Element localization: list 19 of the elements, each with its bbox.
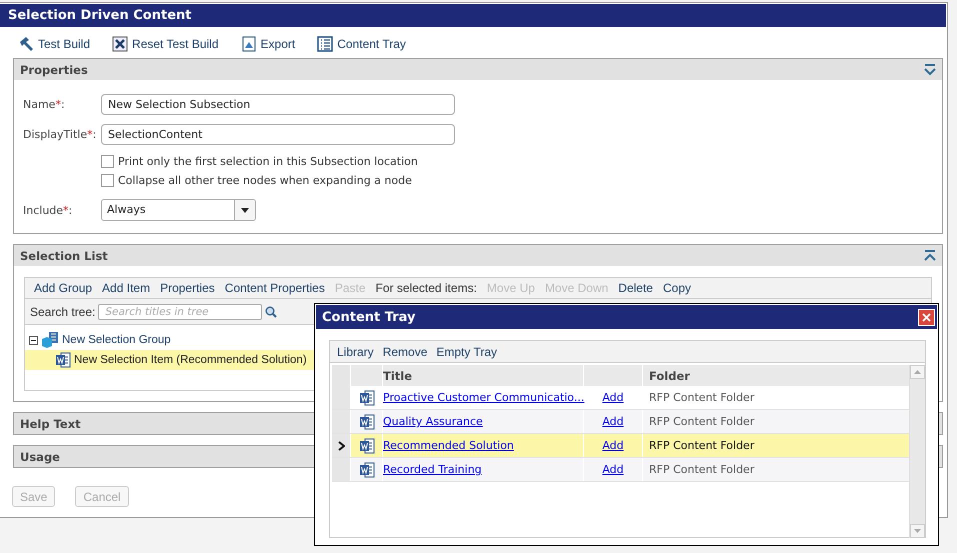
field-label: Name*: xyxy=(23,98,66,110)
column-header: Title xyxy=(383,368,412,382)
panel-title: Selection List xyxy=(20,248,108,262)
panel-title: Usage xyxy=(20,450,60,464)
column-header: Folder xyxy=(649,368,690,382)
panel-title: Help Text xyxy=(20,416,81,430)
checkbox-label: Print only the first selection in this Subsection location xyxy=(118,155,418,168)
table-cell: RFP Content Folder xyxy=(649,463,754,476)
table-cell: RFP Content Folder xyxy=(649,391,754,404)
table-cell: RFP Content Folder xyxy=(649,415,754,428)
dialog-title: Content Tray xyxy=(322,310,416,324)
field-label: DisplayTitle*: xyxy=(23,128,98,140)
checkbox-label: Collapse all other tree nodes when expanding a node xyxy=(118,174,412,187)
panel-title: Properties xyxy=(20,62,88,76)
table-cell: RFP Content Folder xyxy=(649,439,754,452)
field-label: Include*: xyxy=(23,204,74,216)
search-label: Search tree: xyxy=(30,304,96,318)
toolbar-label: For selected items: xyxy=(376,281,477,295)
window-title: Selection Driven Content xyxy=(0,4,946,27)
